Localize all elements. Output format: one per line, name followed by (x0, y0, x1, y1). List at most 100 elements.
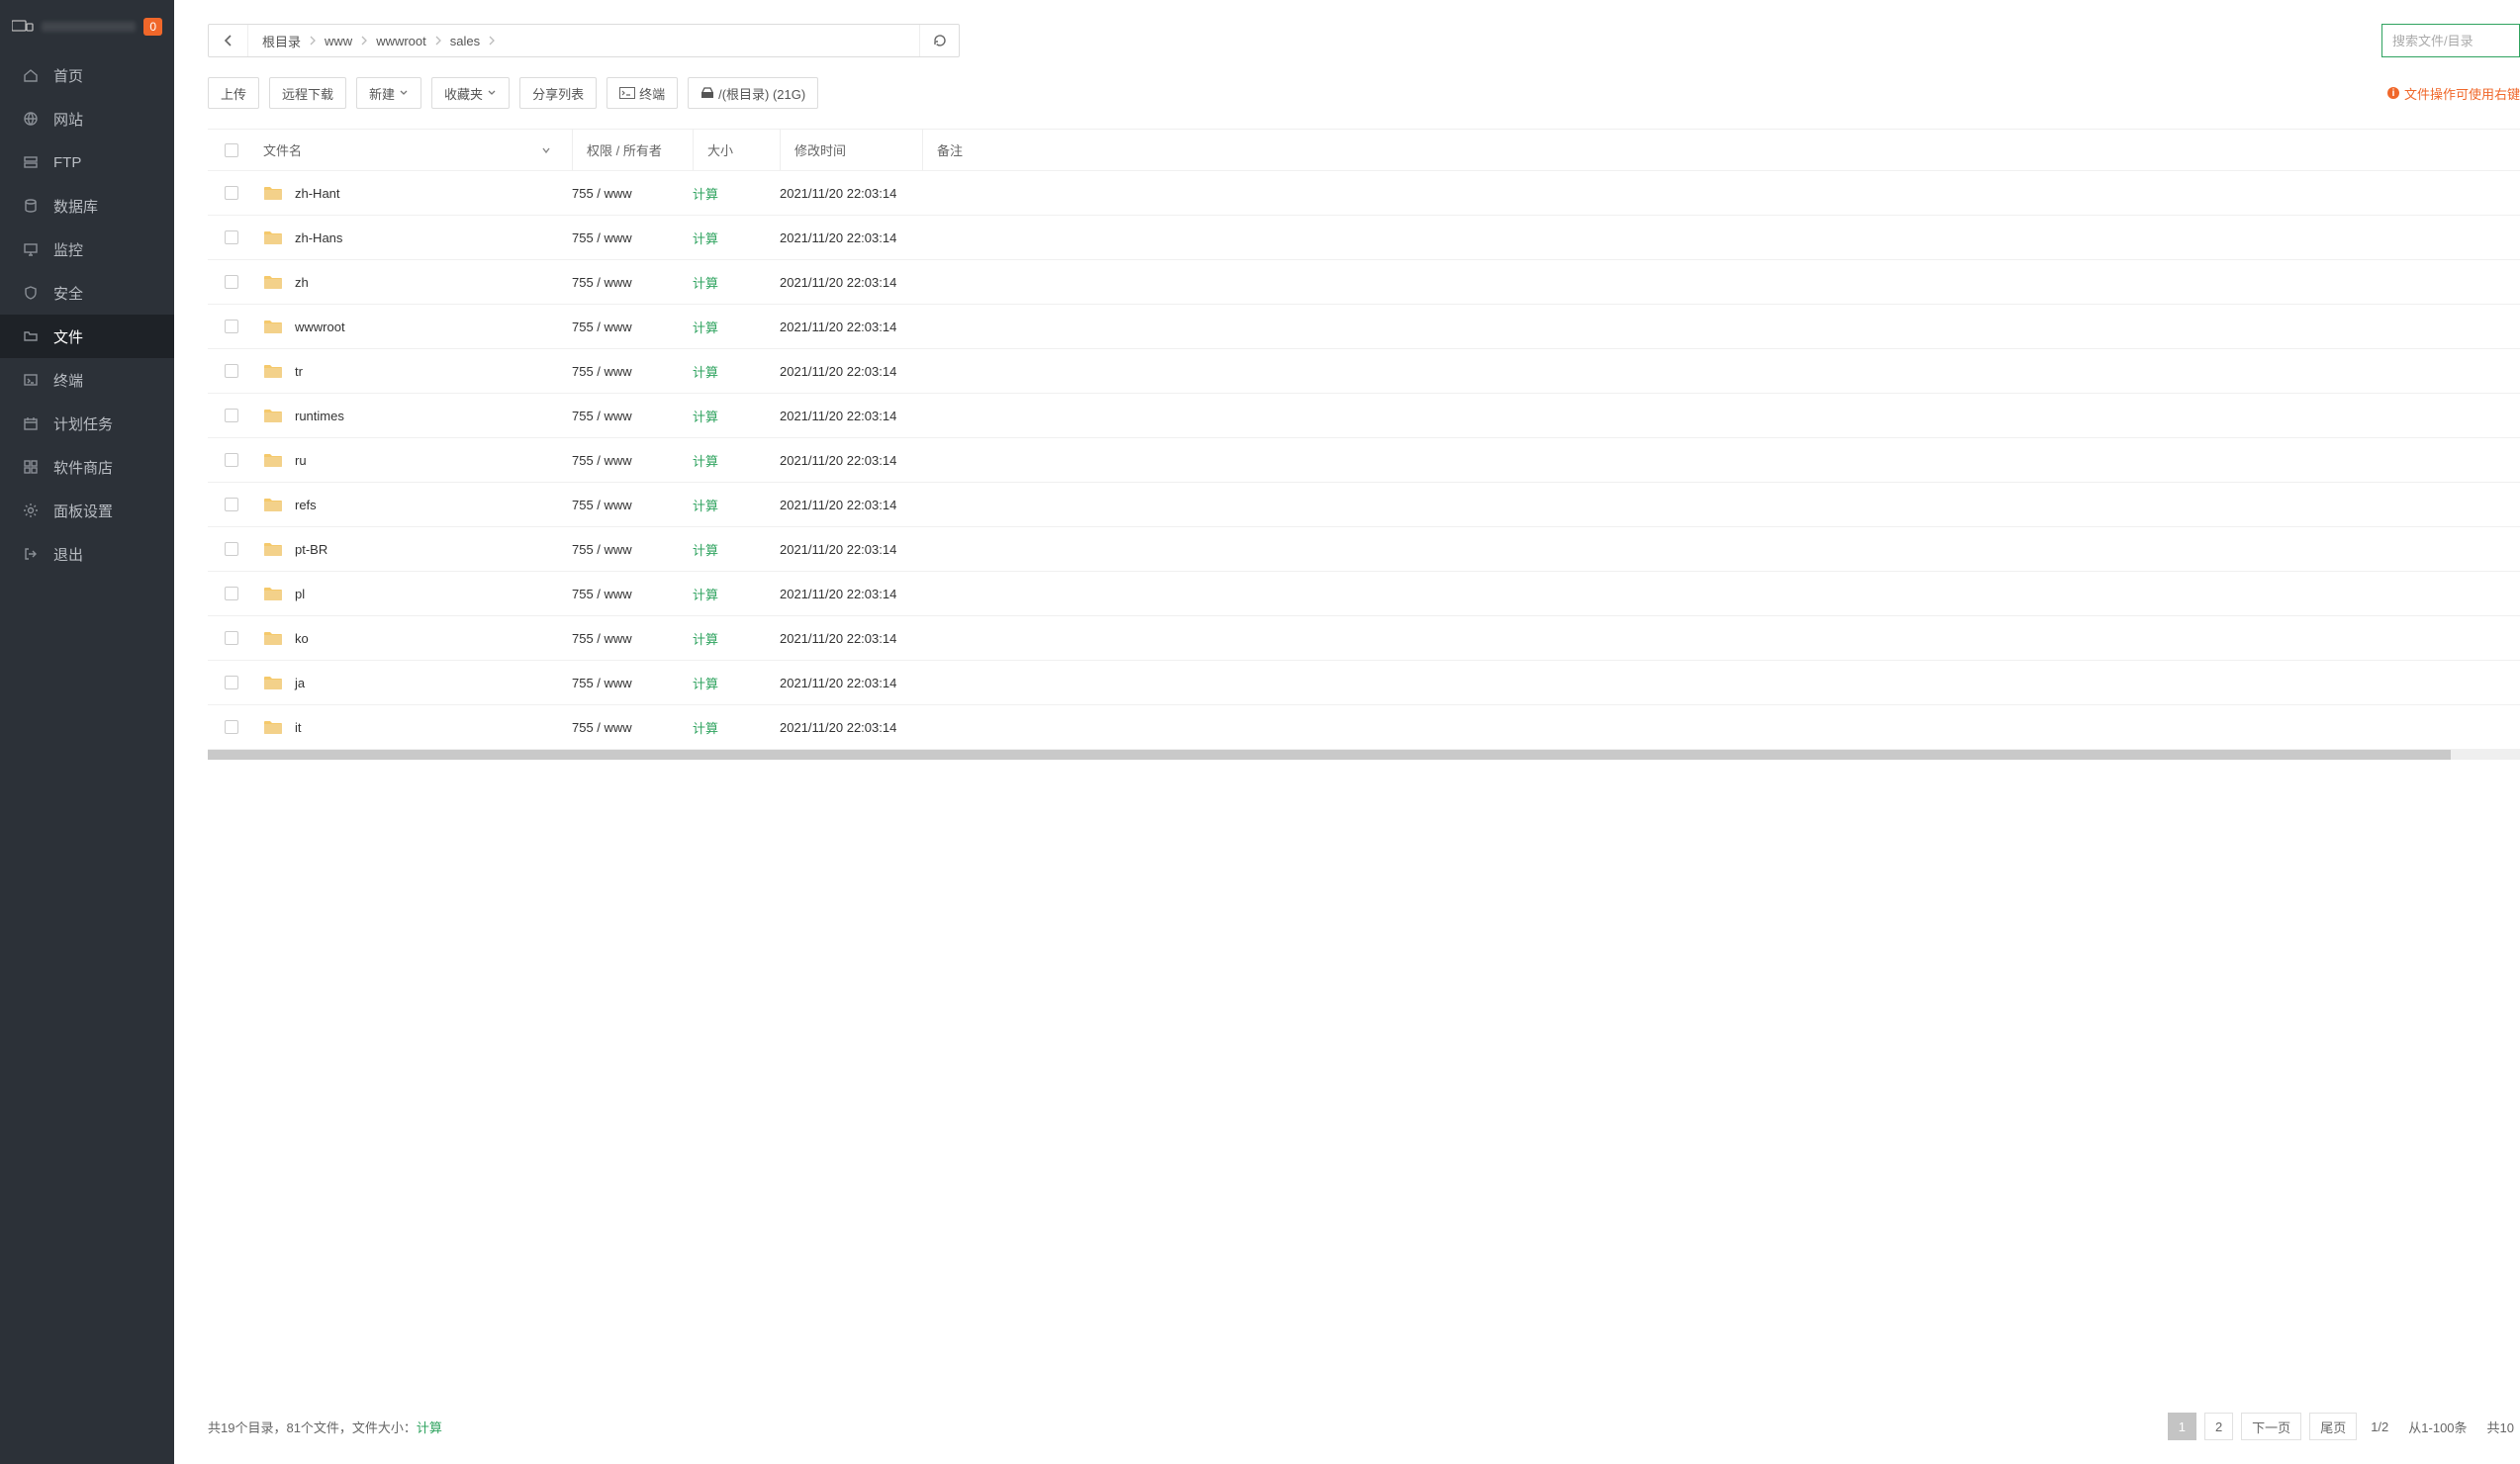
size-calc[interactable]: 计算 (693, 231, 718, 246)
row-checkbox[interactable] (225, 320, 238, 333)
row-checkbox[interactable] (225, 364, 238, 378)
next-page[interactable]: 下一页 (2241, 1413, 2301, 1440)
row-checkbox[interactable] (225, 453, 238, 467)
scrollbar-thumb[interactable] (208, 750, 2451, 760)
breadcrumb-seg[interactable]: www (317, 34, 360, 48)
size-calc[interactable]: 计算 (693, 410, 718, 424)
file-name[interactable]: refs (295, 498, 317, 512)
favorites-button[interactable]: 收藏夹 (431, 77, 510, 109)
sidebar-item-home[interactable]: 首页 (0, 53, 174, 97)
table-row[interactable]: zh-Hans 755 / www 计算 2021/11/20 22:03:14 (208, 216, 2520, 260)
refresh-button[interactable] (919, 25, 959, 56)
size-calc[interactable]: 计算 (693, 632, 718, 647)
file-name[interactable]: ja (295, 676, 305, 690)
table-row[interactable]: ko 755 / www 计算 2021/11/20 22:03:14 (208, 616, 2520, 661)
sidebar-item-shield[interactable]: 安全 (0, 271, 174, 315)
table-row[interactable]: it 755 / www 计算 2021/11/20 22:03:14 (208, 705, 2520, 750)
size-calc[interactable]: 计算 (693, 365, 718, 380)
table-row[interactable]: zh-Hant 755 / www 计算 2021/11/20 22:03:14 (208, 171, 2520, 216)
size-calc[interactable]: 计算 (693, 499, 718, 513)
file-name[interactable]: wwwroot (295, 320, 345, 334)
exit-icon (22, 546, 40, 562)
size-calc[interactable]: 计算 (693, 320, 718, 335)
table-row[interactable]: pt-BR 755 / www 计算 2021/11/20 22:03:14 (208, 527, 2520, 572)
row-checkbox[interactable] (225, 631, 238, 645)
horizontal-scrollbar[interactable] (208, 750, 2520, 760)
file-name[interactable]: ko (295, 631, 309, 646)
breadcrumb-seg[interactable]: sales (442, 34, 488, 48)
table-row[interactable]: wwwroot 755 / www 计算 2021/11/20 22:03:14 (208, 305, 2520, 349)
file-name[interactable]: zh-Hant (295, 186, 340, 201)
new-button[interactable]: 新建 (356, 77, 421, 109)
upload-button[interactable]: 上传 (208, 77, 259, 109)
row-checkbox[interactable] (225, 498, 238, 511)
row-checkbox[interactable] (225, 275, 238, 289)
file-name[interactable]: zh-Hans (295, 230, 342, 245)
logo-text-blur (42, 22, 136, 32)
row-checkbox[interactable] (225, 409, 238, 422)
col-time-header[interactable]: 修改时间 (780, 130, 922, 170)
sidebar-item-cron[interactable]: 计划任务 (0, 402, 174, 445)
sidebar-item-apps[interactable]: 软件商店 (0, 445, 174, 489)
file-name[interactable]: tr (295, 364, 303, 379)
sidebar-item-monitor[interactable]: 监控 (0, 228, 174, 271)
row-checkbox[interactable] (225, 542, 238, 556)
row-checkbox[interactable] (225, 230, 238, 244)
file-name[interactable]: pl (295, 587, 305, 601)
col-name-header[interactable]: 文件名 (255, 140, 572, 159)
row-checkbox[interactable] (225, 720, 238, 734)
table-row[interactable]: ja 755 / www 计算 2021/11/20 22:03:14 (208, 661, 2520, 705)
table-row[interactable]: ru 755 / www 计算 2021/11/20 22:03:14 (208, 438, 2520, 483)
table-row[interactable]: tr 755 / www 计算 2021/11/20 22:03:14 (208, 349, 2520, 394)
file-name[interactable]: pt-BR (295, 542, 327, 557)
select-all-checkbox[interactable] (225, 143, 238, 157)
disk-button[interactable]: /(根目录) (21G) (688, 77, 818, 109)
breadcrumb-seg[interactable]: wwwroot (368, 34, 434, 48)
sidebar-item-terminal[interactable]: 终端 (0, 358, 174, 402)
size-calc[interactable]: 计算 (693, 276, 718, 291)
remote-download-button[interactable]: 远程下载 (269, 77, 346, 109)
terminal-button[interactable]: 终端 (607, 77, 678, 109)
page-2[interactable]: 2 (2204, 1413, 2233, 1440)
search-input[interactable] (2392, 34, 2509, 48)
back-button[interactable] (209, 25, 248, 56)
chevron-right-icon (434, 36, 442, 46)
sidebar-item-label: 数据库 (53, 196, 98, 217)
size-calc[interactable]: 计算 (693, 543, 718, 558)
sidebar-item-ftp[interactable]: FTP (0, 140, 174, 184)
table-row[interactable]: pl 755 / www 计算 2021/11/20 22:03:14 (208, 572, 2520, 616)
sidebar-item-gear[interactable]: 面板设置 (0, 489, 174, 532)
col-perm-header[interactable]: 权限 / 所有者 (572, 130, 693, 170)
sidebar-item-exit[interactable]: 退出 (0, 532, 174, 576)
shield-icon (22, 285, 40, 301)
col-note-header[interactable]: 备注 (922, 130, 2520, 170)
file-name[interactable]: it (295, 720, 302, 735)
row-checkbox[interactable] (225, 186, 238, 200)
terminal-icon (619, 87, 635, 99)
col-size-header[interactable]: 大小 (693, 130, 780, 170)
table-row[interactable]: zh 755 / www 计算 2021/11/20 22:03:14 (208, 260, 2520, 305)
file-name[interactable]: ru (295, 453, 307, 468)
size-calc[interactable]: 计算 (693, 677, 718, 691)
table-row[interactable]: runtimes 755 / www 计算 2021/11/20 22:03:1… (208, 394, 2520, 438)
sidebar-item-db[interactable]: 数据库 (0, 184, 174, 228)
notification-badge[interactable]: 0 (143, 18, 162, 36)
last-page[interactable]: 尾页 (2309, 1413, 2357, 1440)
sidebar-item-folder[interactable]: 文件 (0, 315, 174, 358)
file-time: 2021/11/20 22:03:14 (780, 320, 922, 334)
file-name[interactable]: zh (295, 275, 309, 290)
page-1[interactable]: 1 (2168, 1413, 2196, 1440)
breadcrumb-seg[interactable]: 根目录 (254, 32, 309, 50)
sidebar-item-globe[interactable]: 网站 (0, 97, 174, 140)
size-calc[interactable]: 计算 (693, 187, 718, 202)
size-calc[interactable]: 计算 (693, 721, 718, 736)
size-calc[interactable]: 计算 (693, 454, 718, 469)
share-list-button[interactable]: 分享列表 (519, 77, 597, 109)
footer-calc[interactable]: 计算 (417, 1420, 442, 1435)
size-calc[interactable]: 计算 (693, 588, 718, 602)
table-row[interactable]: refs 755 / www 计算 2021/11/20 22:03:14 (208, 483, 2520, 527)
row-checkbox[interactable] (225, 587, 238, 600)
row-checkbox[interactable] (225, 676, 238, 689)
search-box[interactable] (2381, 24, 2520, 57)
file-name[interactable]: runtimes (295, 409, 344, 423)
